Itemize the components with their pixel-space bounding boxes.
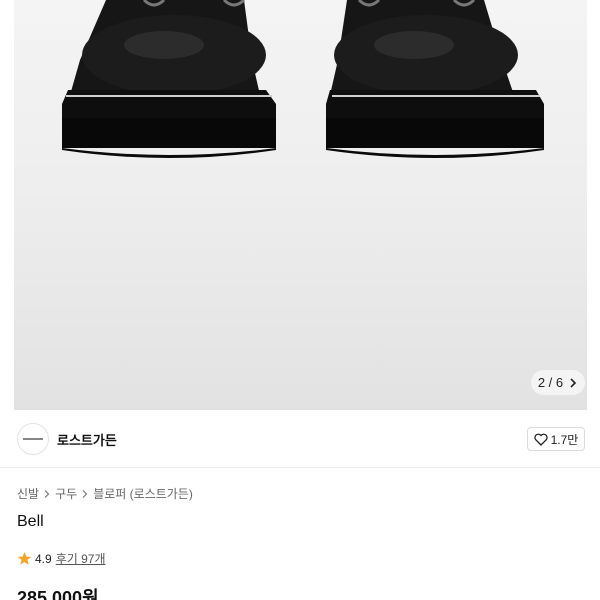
rating-row: 4.9 후기 97개 [17,550,106,567]
reviews-link[interactable]: 후기 97개 [56,550,106,567]
brand-row[interactable]: 로스트가든 1.7만 [0,410,600,468]
breadcrumb: 신발 구두 블로퍼 (로스트가든) [17,485,193,502]
image-counter-text: 2 / 6 [537,375,564,390]
like-count: 1.7만 [550,432,579,447]
brand-logo[interactable] [17,423,49,455]
chevron-right-icon [570,377,577,388]
brand-logo-mark [23,438,43,440]
product-price: 285,000원 [17,588,99,600]
product-image-gallery[interactable]: 2 / 6 [0,0,600,410]
breadcrumb-item-blopper[interactable]: 블로퍼 (로스트가든) [93,485,193,502]
star-icon [17,551,32,565]
like-button[interactable]: 1.7만 [527,427,585,451]
chevron-right-icon [44,489,50,498]
heart-icon [533,433,548,446]
brand-name[interactable]: 로스트가든 [57,430,117,449]
image-counter[interactable]: 2 / 6 [531,370,585,395]
product-title: Bell [17,513,44,530]
product-photo [14,0,587,410]
breadcrumb-item-dress-shoes[interactable]: 구두 [55,485,77,502]
rating-score: 4.9 [35,551,52,566]
chevron-right-icon [82,489,88,498]
breadcrumb-item-shoes[interactable]: 신발 [17,485,39,502]
shoes-image [62,0,544,158]
